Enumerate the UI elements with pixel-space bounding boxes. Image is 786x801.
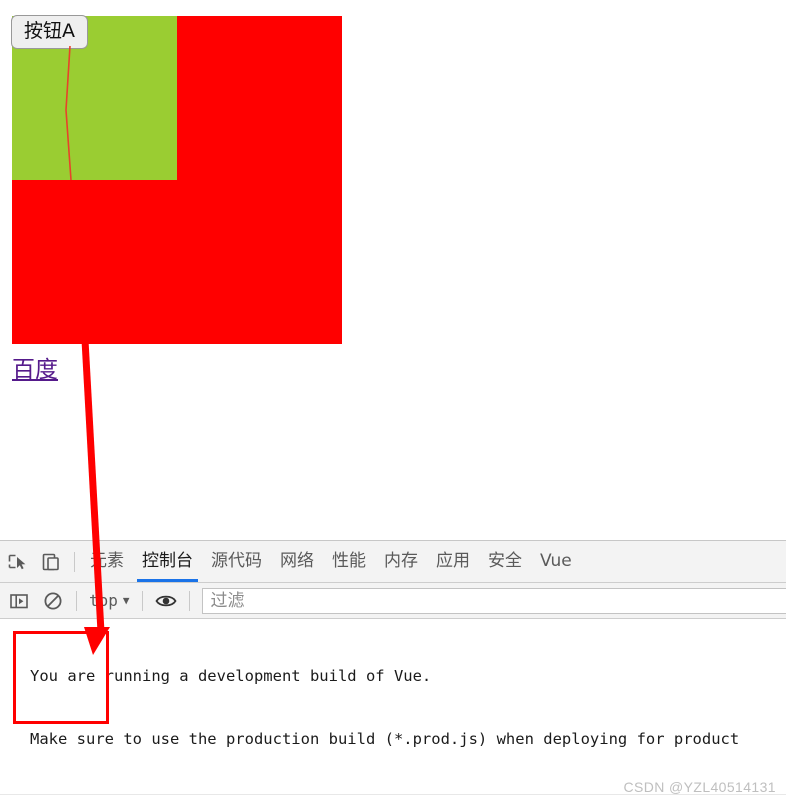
- csdn-watermark: CSDN @YZL40514131: [623, 779, 776, 795]
- tab-performance[interactable]: 性能: [323, 541, 375, 582]
- console-log-entry: --work3--: [0, 795, 786, 801]
- tab-sources[interactable]: 源代码: [202, 541, 271, 582]
- inspect-element-button[interactable]: [0, 545, 34, 579]
- console-sidebar-button[interactable]: [2, 584, 36, 618]
- tab-application[interactable]: 应用: [427, 541, 479, 582]
- console-toolbar-divider-3: [188, 590, 190, 611]
- inspect-element-icon: [8, 554, 26, 569]
- warning-line-2: Make sure to use the production build (*…: [30, 730, 740, 748]
- outer-red-box: [12, 16, 342, 344]
- tab-elements[interactable]: 元素: [81, 541, 133, 582]
- button-a[interactable]: 按钮A: [11, 15, 88, 49]
- console-toolbar-divider-1: [76, 590, 77, 611]
- console-output-area[interactable]: You are running a development build of V…: [0, 619, 786, 801]
- console-sidebar-icon: [10, 593, 28, 608]
- warning-line-1: You are running a development build of V…: [30, 667, 432, 685]
- tab-network[interactable]: 网络: [271, 541, 323, 582]
- tab-security[interactable]: 安全: [479, 541, 531, 582]
- devtools-tab-bar: 元素 控制台 源代码 网络 性能 内存 应用 安全 Vue: [0, 541, 786, 583]
- clear-console-button[interactable]: [36, 584, 70, 618]
- clear-console-icon: [44, 592, 62, 609]
- tab-console[interactable]: 控制台: [133, 541, 202, 582]
- baidu-link[interactable]: 百度: [12, 350, 58, 384]
- console-warning-message: You are running a development build of V…: [0, 619, 786, 794]
- tab-memory[interactable]: 内存: [375, 541, 427, 582]
- console-filter-input[interactable]: [201, 587, 786, 614]
- live-expression-button[interactable]: [149, 584, 183, 618]
- eye-icon: [155, 595, 177, 606]
- device-toolbar-icon: [42, 553, 59, 570]
- chevron-down-icon: ▼: [122, 594, 130, 607]
- browser-page-viewport: 按钮A 百度: [0, 0, 786, 540]
- console-toolbar: top ▼: [0, 583, 786, 619]
- console-toolbar-divider-2: [141, 590, 143, 611]
- tab-vue[interactable]: Vue: [531, 541, 581, 582]
- device-toolbar-button[interactable]: [34, 545, 68, 579]
- console-context-value: top: [89, 591, 118, 610]
- toolbar-divider-1: [74, 551, 75, 572]
- console-context-select[interactable]: top ▼: [83, 591, 136, 610]
- devtools-panel: 元素 控制台 源代码 网络 性能 内存 应用 安全 Vue top ▼ 过滤 Y…: [0, 540, 786, 801]
